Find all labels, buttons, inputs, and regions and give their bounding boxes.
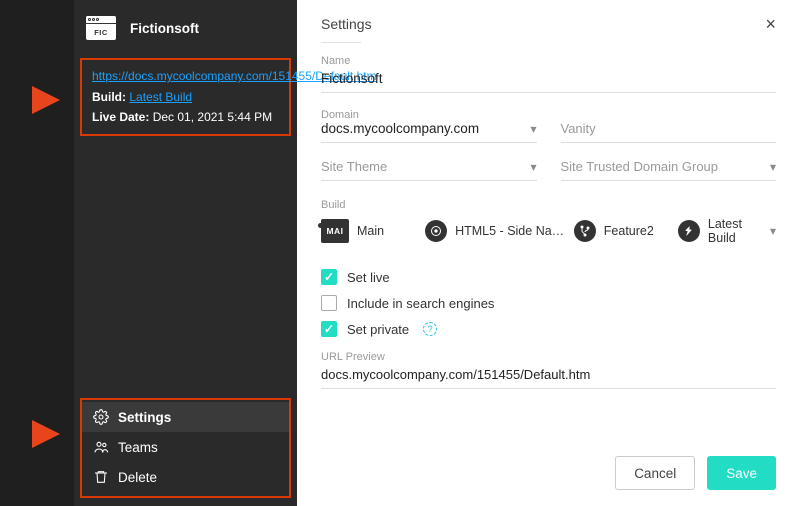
nav-item-teams[interactable]: Teams: [82, 432, 289, 462]
nav-item-settings[interactable]: Settings: [82, 402, 289, 432]
teams-icon: [92, 438, 110, 456]
nav-box: Settings Teams Delete: [80, 398, 291, 498]
set-private-checkbox[interactable]: [321, 321, 337, 337]
live-date-value: Dec 01, 2021 5:44 PM: [153, 110, 272, 124]
panel-title: Settings: [321, 16, 372, 32]
close-icon[interactable]: ×: [765, 14, 776, 35]
chevron-down-icon: ▾: [770, 160, 776, 174]
trash-icon: [92, 468, 110, 486]
save-button[interactable]: Save: [707, 456, 776, 490]
url-preview-value: docs.mycoolcompany.com/151455/Default.ht…: [321, 363, 776, 389]
help-icon[interactable]: ?: [423, 322, 437, 336]
set-private-label: Set private: [347, 322, 409, 337]
nav-label: Settings: [118, 410, 171, 425]
vanity-input[interactable]: Vanity: [561, 121, 777, 143]
target-icon: [425, 220, 447, 242]
chevron-down-icon: ▾: [770, 224, 776, 238]
build-icon: [678, 220, 700, 242]
gear-icon: [92, 408, 110, 426]
name-label: Name: [321, 55, 776, 67]
domain-label: Domain: [321, 109, 537, 121]
vanity-label: [561, 109, 777, 121]
pointer-arrow-icon: [32, 420, 60, 448]
site-url-link[interactable]: https://docs.mycoolcompany.com/151455/De…: [92, 68, 279, 84]
build-item-target[interactable]: HTML5 - Side Navig...: [425, 220, 568, 242]
build-link[interactable]: Latest Build: [129, 90, 192, 104]
build-section-label: Build: [321, 199, 776, 211]
build-item-branch[interactable]: Feature2: [574, 220, 672, 242]
build-item-latest[interactable]: Latest Build ▾: [678, 217, 776, 245]
trusted-domain-select[interactable]: Site Trusted Domain Group ▾: [561, 159, 777, 181]
domain-select[interactable]: docs.mycoolcompany.com ▾: [321, 121, 537, 143]
live-date-label: Live Date:: [92, 110, 149, 124]
set-live-checkbox[interactable]: [321, 269, 337, 285]
nav-label: Delete: [118, 470, 157, 485]
name-input[interactable]: Fictionsoft: [321, 67, 776, 93]
site-theme-select[interactable]: Site Theme ▾: [321, 159, 537, 181]
app-icon: FIC: [86, 16, 116, 40]
pointer-arrow-icon: [32, 86, 60, 114]
site-info-box: https://docs.mycoolcompany.com/151455/De…: [80, 58, 291, 136]
app-header: FIC Fictionsoft: [74, 0, 297, 56]
build-item-main[interactable]: MAI Main: [321, 219, 419, 243]
nav-item-delete[interactable]: Delete: [82, 462, 289, 492]
url-preview-label: URL Preview: [321, 351, 776, 363]
chevron-down-icon: ▾: [530, 122, 536, 136]
sidebar: FIC Fictionsoft https://docs.mycoolcompa…: [0, 0, 297, 506]
chevron-down-icon: ▾: [530, 160, 536, 174]
settings-panel: Settings × Name Fictionsoft Domain docs.…: [297, 0, 800, 506]
nav-label: Teams: [118, 440, 158, 455]
include-search-checkbox[interactable]: [321, 295, 337, 311]
divider: [321, 42, 361, 43]
build-label: Build:: [92, 90, 126, 104]
app-title: Fictionsoft: [130, 21, 199, 36]
branch-icon: [574, 220, 596, 242]
set-live-label: Set live: [347, 270, 390, 285]
project-icon: MAI: [321, 219, 349, 243]
include-search-label: Include in search engines: [347, 296, 494, 311]
cancel-button[interactable]: Cancel: [615, 456, 695, 490]
